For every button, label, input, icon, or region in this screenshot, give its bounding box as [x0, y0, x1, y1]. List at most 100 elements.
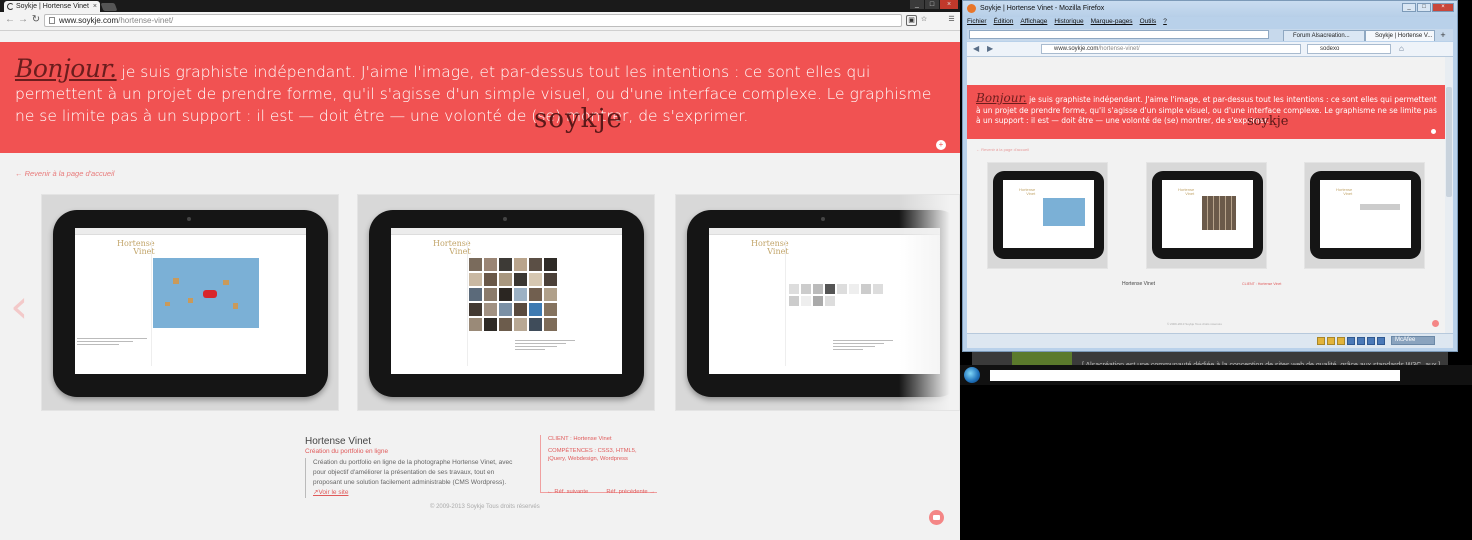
mcafee-button[interactable]: McAfee — [1391, 336, 1435, 345]
project-client: CLIENT : Hortense Vinet — [548, 436, 612, 442]
ff-back-icon[interactable]: ◀ — [973, 44, 979, 54]
chrome-toolbar: ← → ↻ www.soykje.com/hortense-vinet/ ▣ ☆… — [0, 12, 960, 31]
ff-tablet-screen: Hortense Vinet — [1162, 180, 1253, 248]
forward-arrow-icon[interactable]: → — [18, 15, 28, 25]
tab-close-icon[interactable]: × — [93, 1, 97, 12]
carousel-prev-arrow[interactable]: ‹ — [10, 281, 28, 331]
menu-outils[interactable]: Outils — [1140, 18, 1157, 27]
menu-fichier[interactable]: Fichier — [967, 18, 987, 27]
maximize-button[interactable]: □ — [925, 0, 939, 9]
ff-statusbar: McAfee — [967, 333, 1453, 348]
ff-slide-3[interactable]: Hortense Vinet — [1304, 162, 1425, 269]
back-to-home-link[interactable]: ← Revenir à la page d'accueil — [15, 169, 114, 178]
tablet-camera — [503, 217, 507, 221]
ff-chat-bubble-icon[interactable] — [1432, 320, 1439, 327]
carousel-fade — [899, 195, 959, 410]
tablet-camera — [187, 217, 191, 221]
ff-home-icon[interactable]: ⌂ — [1399, 44, 1404, 54]
mini-caption-lines — [515, 340, 575, 352]
minimize-button[interactable]: _ — [910, 0, 924, 9]
ff-minimize-button[interactable]: _ — [1402, 3, 1416, 12]
menu-aide[interactable]: ? — [1163, 18, 1167, 27]
window-controls: _ □ × — [910, 0, 958, 10]
ff-expand-icon[interactable] — [1431, 129, 1436, 134]
ff-page-content: Bonjour. je suis graphiste indépendant. … — [967, 57, 1445, 333]
close-window-button[interactable]: × — [940, 0, 958, 9]
expand-plus-icon[interactable]: + — [936, 140, 946, 150]
taskbar-field[interactable] — [990, 370, 1400, 381]
ff-slide-2[interactable]: Hortense Vinet — [1146, 162, 1267, 269]
ff-mini-title: Hortense Vinet — [1336, 187, 1353, 196]
firefox-menubar: Fichier Édition Affichage Historique Mar… — [967, 18, 1167, 27]
carousel-slide-1[interactable]: Hortense Vinet — [41, 194, 339, 411]
windows-start-orb-icon[interactable] — [964, 367, 980, 383]
empty-desktop-area — [960, 385, 1472, 540]
menu-icon[interactable]: ☰ — [946, 15, 957, 26]
chrome-tab-strip: Soykje | Hortense Vinet × _ □ × — [0, 0, 960, 12]
ff-new-tab-button[interactable]: + — [1437, 30, 1449, 40]
mini-divider — [151, 240, 152, 366]
ff-url-path: /hortense-vinet/ — [1098, 46, 1140, 52]
ff-hero-banner: Bonjour. je suis graphiste indépendant. … — [967, 85, 1445, 139]
ff-slide-1[interactable]: Hortense Vinet — [987, 162, 1108, 269]
tablet-screen: Hortense Vinet — [75, 228, 306, 374]
ff-maximize-button[interactable]: □ — [1417, 3, 1431, 12]
reference-navigation: ← Réf. suivante Réf. précédente → — [547, 489, 655, 495]
menu-edition[interactable]: Édition — [994, 18, 1014, 27]
firefox-window: Soykje | Hortense Vinet - Mozilla Firefo… — [962, 0, 1458, 352]
ff-scrollbar[interactable] — [1445, 57, 1453, 333]
ff-addon-icons — [1317, 337, 1385, 345]
tablet-mockup: Hortense Vinet — [369, 210, 644, 397]
carousel-slide-2[interactable]: Hortense Vinet — [357, 194, 655, 411]
previous-reference-link[interactable]: Réf. précédente → — [606, 489, 655, 495]
addon-icon[interactable] — [1357, 337, 1365, 345]
back-arrow-icon[interactable]: ← — [5, 15, 15, 25]
soykje-logo-text: soykje — [534, 104, 623, 134]
browser-tab-soykje[interactable]: Soykje | Hortense Vinet × — [4, 1, 100, 12]
address-bar[interactable]: www.soykje.com/hortense-vinet/ — [44, 14, 902, 27]
menu-marque-pages[interactable]: Marque-pages — [1091, 18, 1133, 27]
ff-tab-alsacreation[interactable]: Forum Alsacreation... — [1283, 30, 1365, 41]
ff-location-strip[interactable] — [969, 30, 1269, 39]
ff-back-link[interactable]: ← Revenir à la page d'accueil — [976, 147, 1029, 152]
addon-icon[interactable] — [1347, 337, 1355, 345]
addon-icon[interactable] — [1317, 337, 1325, 345]
new-tab-button[interactable] — [100, 3, 118, 11]
ff-search-box[interactable]: sodexo — [1307, 44, 1391, 54]
chrome-window: Soykje | Hortense Vinet × _ □ × ← → ↻ ww… — [0, 0, 960, 540]
visit-site-link[interactable]: ↗Voir le site — [313, 489, 348, 496]
tablet-screen: Hortense Vinet — [391, 228, 622, 374]
copyright-text: © 2009-2013 Soykje Tous droits réservés — [430, 504, 540, 510]
star-icon[interactable]: ☆ — [920, 15, 928, 26]
hero-banner: Bonjour. je suis graphiste indépendant. … — [0, 42, 960, 153]
ff-mini-photo — [1043, 198, 1085, 226]
hero-intro: je suis graphiste indépendant. J'aime l'… — [15, 63, 932, 125]
extension-icon[interactable]: ▣ — [906, 15, 917, 26]
addon-icon[interactable] — [1337, 337, 1345, 345]
chat-bubble-icon[interactable] — [929, 510, 944, 525]
ff-address-bar[interactable]: www.soykje.com/hortense-vinet/ — [1041, 44, 1301, 54]
carousel-slide-3[interactable]: Hortense Vinet — [675, 194, 960, 411]
reload-icon[interactable]: ↻ — [31, 15, 41, 25]
addon-icon[interactable] — [1377, 337, 1385, 345]
addon-icon[interactable] — [1367, 337, 1375, 345]
ff-tab-soykje[interactable]: Soykje | Hortense V... — [1365, 30, 1435, 41]
project-skills: COMPÉTENCES : CSS3, HTML5, jQuery, Webde… — [548, 448, 637, 462]
ff-hero-text: Bonjour. je suis graphiste indépendant. … — [976, 92, 1438, 127]
project-meta: CLIENT : Hortense Vinet COMPÉTENCES : CS… — [540, 435, 657, 493]
addon-icon[interactable] — [1327, 337, 1335, 345]
ff-copyright: © 2009-2013 Soykje Tous droits réservés — [1167, 322, 1222, 326]
project-subtitle: Création du portfolio en ligne — [305, 448, 389, 455]
menu-affichage[interactable]: Affichage — [1020, 18, 1047, 27]
windows-taskbar — [960, 365, 1472, 385]
next-reference-link[interactable]: ← Réf. suivante — [547, 489, 588, 495]
url-path: /hortense-vinet/ — [118, 16, 174, 25]
ff-tablet-screen: Hortense Vinet — [1320, 180, 1411, 248]
mini-site-title: Hortense Vinet — [751, 239, 789, 256]
ff-forward-icon[interactable]: ▶ — [987, 44, 993, 54]
menu-historique[interactable]: Historique — [1054, 18, 1083, 27]
mini-divider — [785, 240, 786, 366]
ff-close-button[interactable]: × — [1432, 3, 1454, 12]
ff-scroll-thumb[interactable] — [1446, 87, 1452, 197]
loading-spinner-icon — [7, 3, 14, 10]
